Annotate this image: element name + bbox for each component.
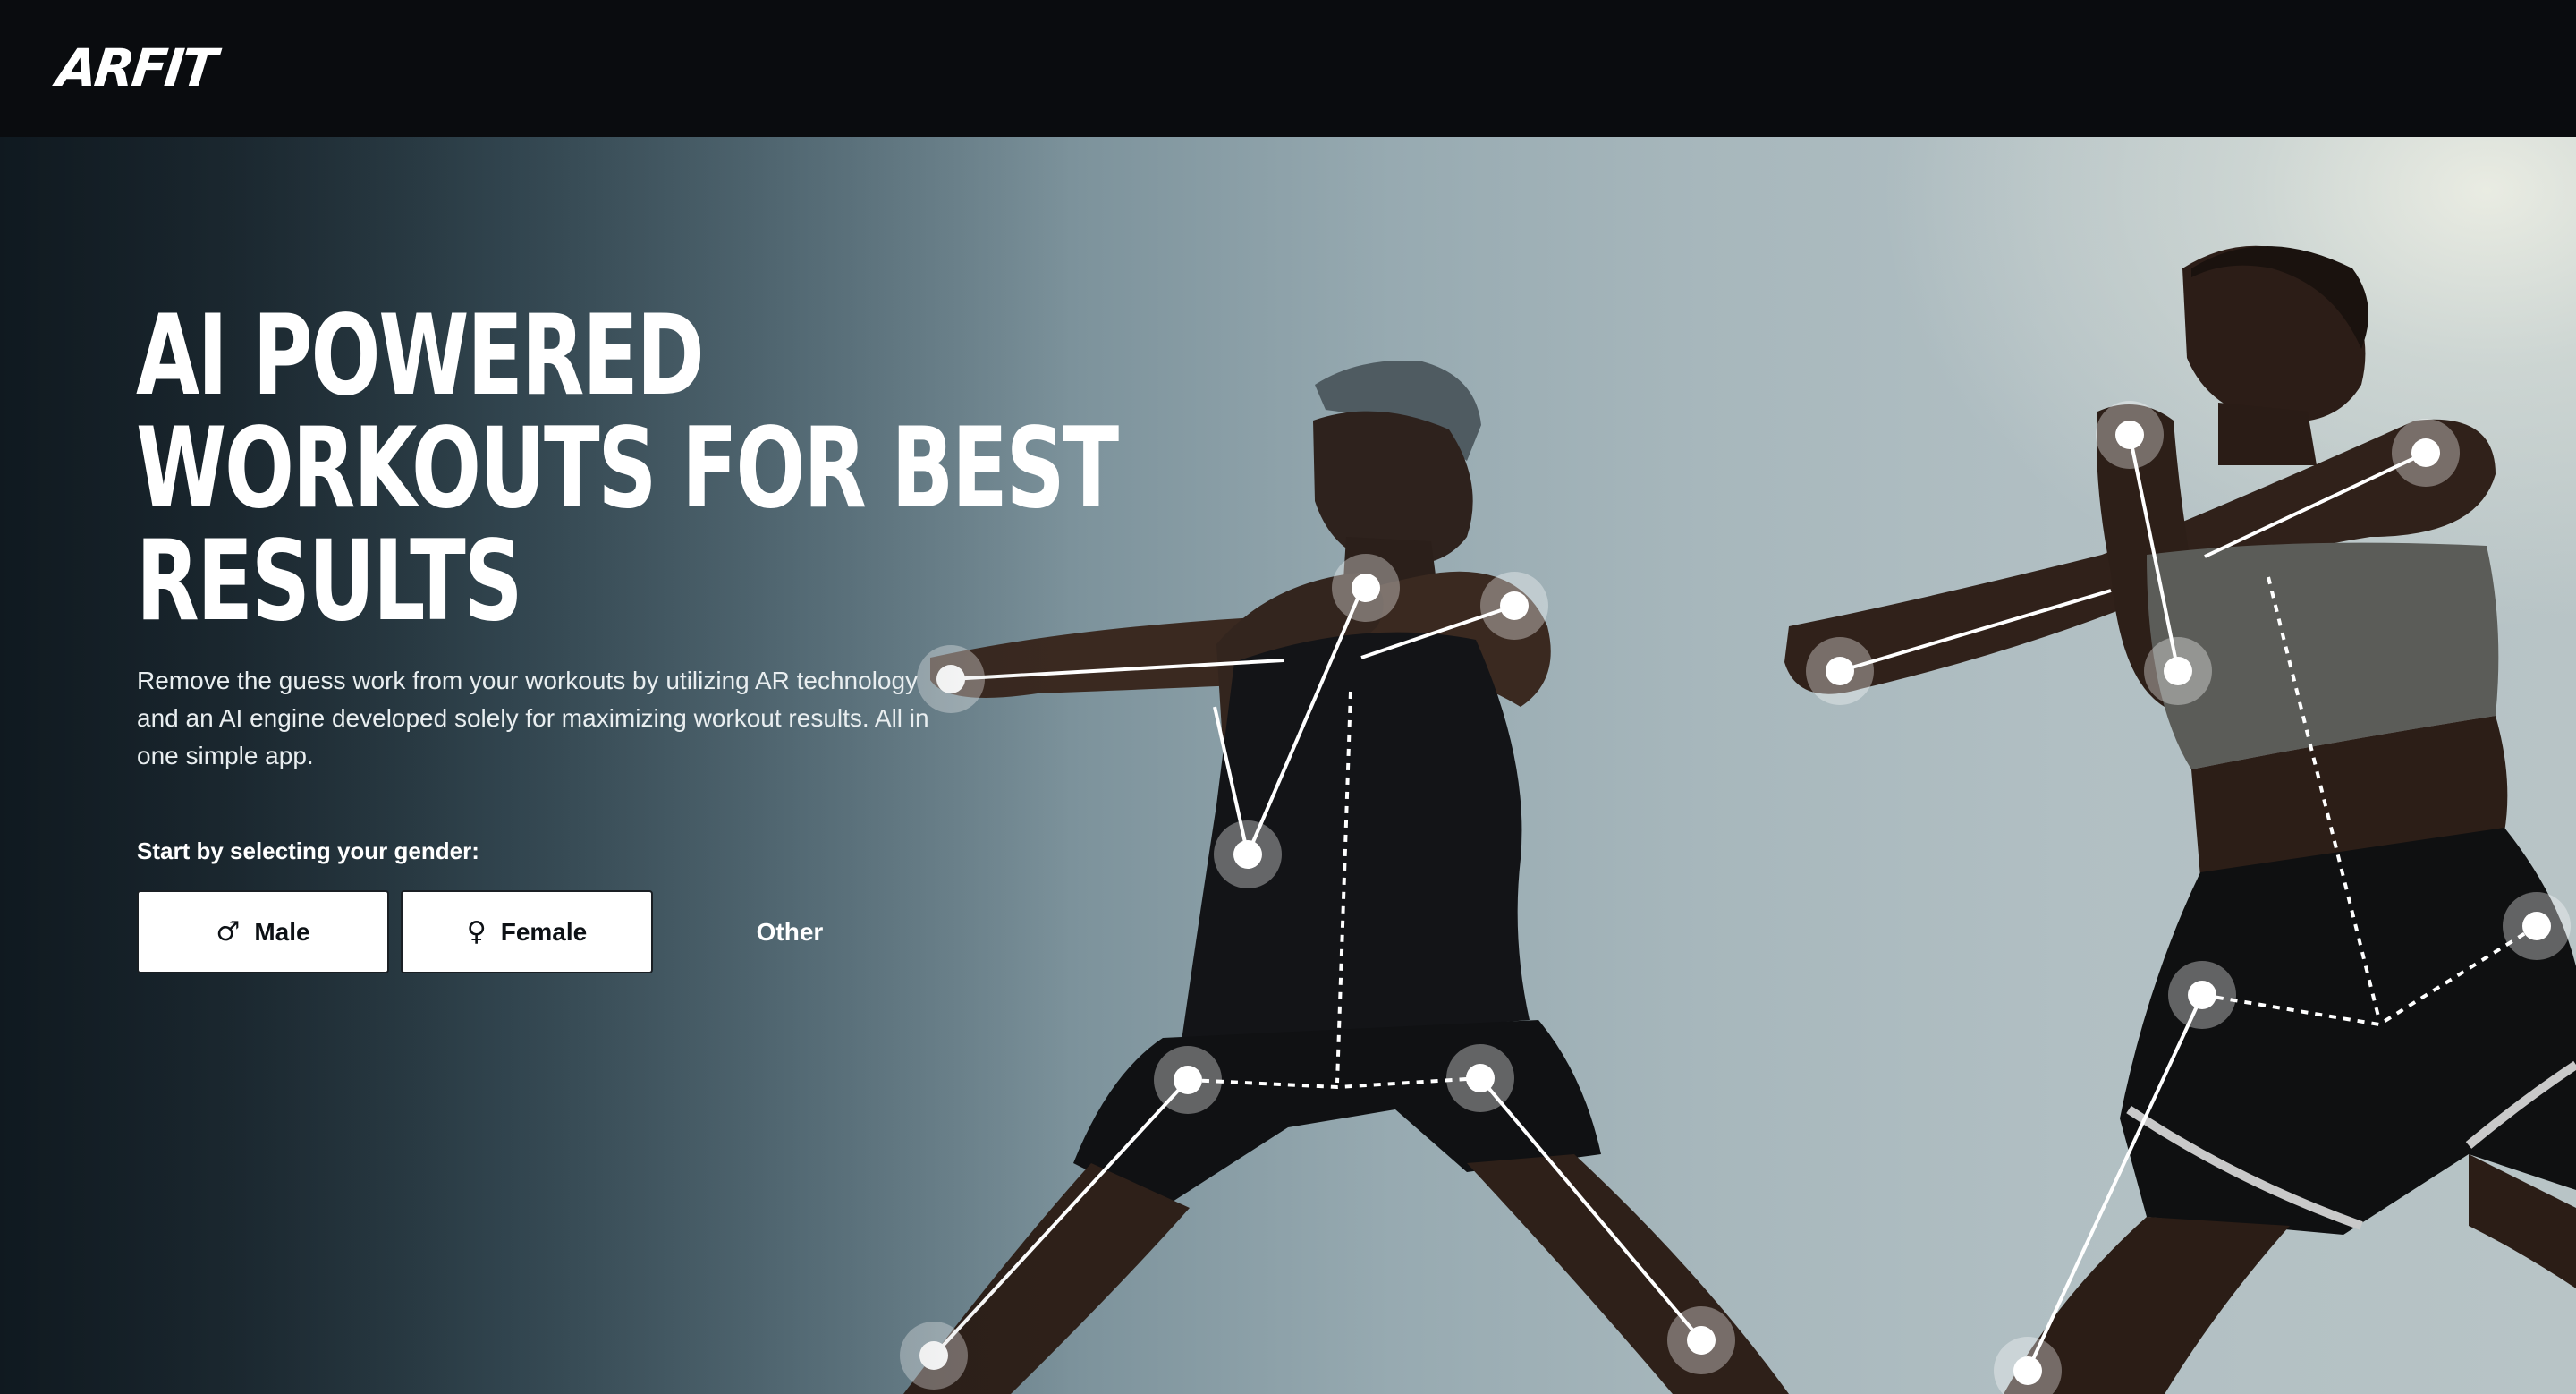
male-button[interactable]: ♂ Male bbox=[137, 890, 389, 973]
male-button-label: Male bbox=[254, 917, 310, 946]
headline-line-1: AI POWERED bbox=[136, 292, 705, 421]
arfit-logo[interactable]: ARFIT bbox=[54, 38, 216, 98]
female-symbol-icon: ♀ bbox=[466, 915, 487, 948]
female-button-label: Female bbox=[500, 917, 588, 946]
male-symbol-icon: ♂ bbox=[216, 915, 241, 948]
female-athlete-silhouette bbox=[1784, 245, 2576, 1394]
site-header: ARFIT bbox=[0, 0, 2576, 137]
hero-headline: AI POWERED WORKOUTS FOR BEST RESULTS bbox=[136, 292, 1119, 646]
headline-line-2: WORKOUTS FOR BEST bbox=[136, 404, 1119, 533]
hero-description: Remove the guess work from your workouts… bbox=[137, 667, 929, 769]
headline-line-3: RESULTS bbox=[136, 517, 523, 646]
female-button[interactable]: ♀ Female bbox=[401, 890, 653, 973]
other-button[interactable]: Other bbox=[664, 890, 916, 973]
gender-prompt: Start by selecting your gender: bbox=[137, 837, 479, 864]
